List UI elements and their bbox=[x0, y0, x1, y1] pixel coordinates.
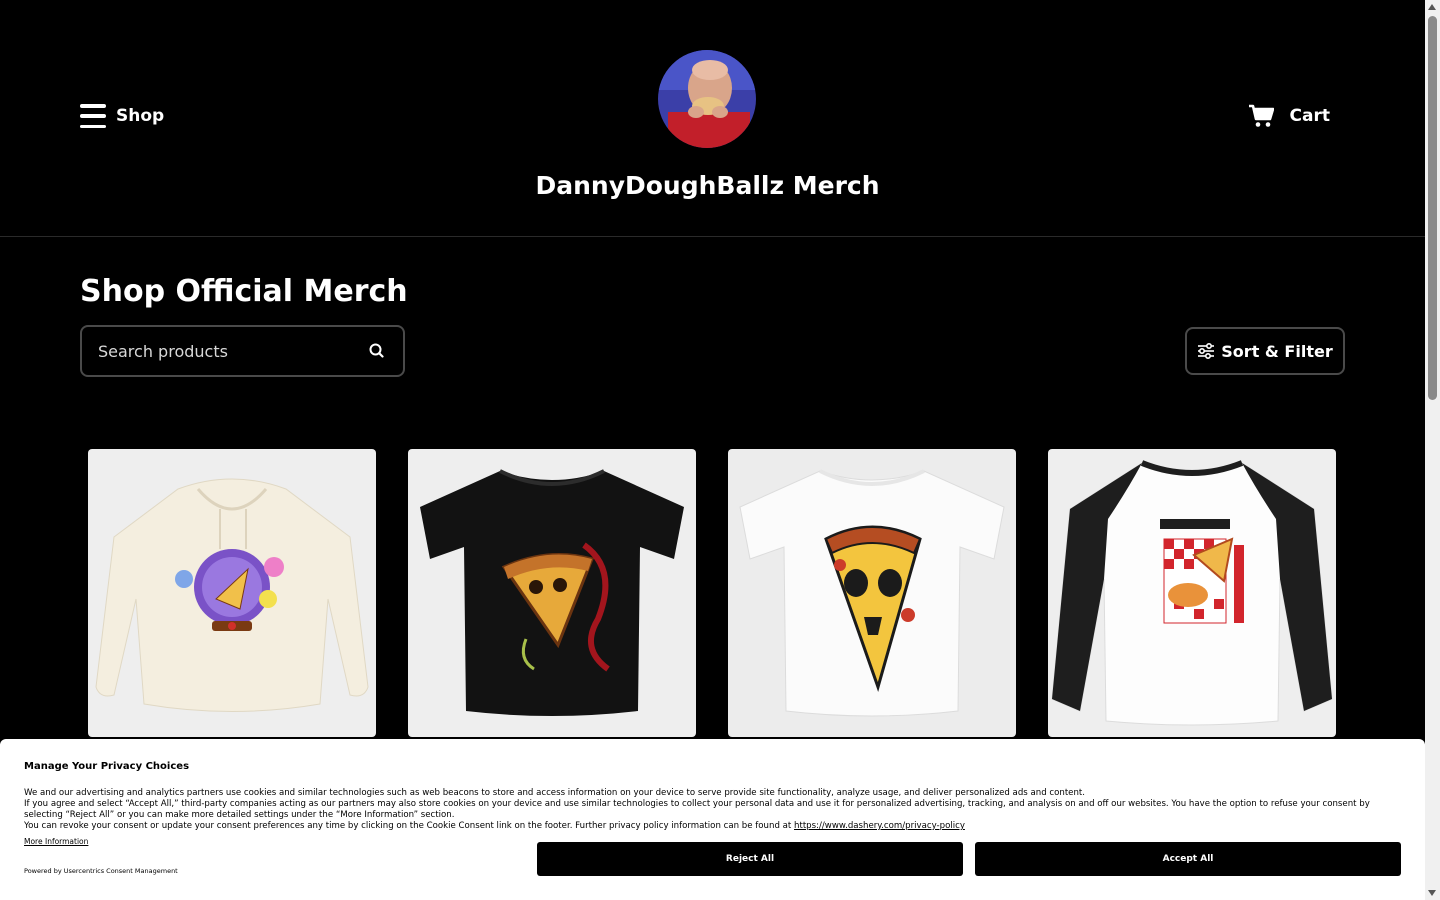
site-header: Shop Cart DannyDoughBallz Merch bbox=[0, 0, 1425, 237]
powered-by-text: Powered by Usercentrics Consent Manageme… bbox=[24, 867, 178, 875]
store-title: DannyDoughBallz Merch bbox=[535, 171, 880, 200]
product-card-raglan-tee[interactable] bbox=[1048, 449, 1336, 737]
accept-all-button[interactable]: Accept All bbox=[975, 842, 1401, 876]
search-box bbox=[80, 325, 405, 377]
shop-menu-button[interactable]: Shop bbox=[80, 104, 164, 128]
product-grid bbox=[88, 449, 1336, 737]
consent-text-1: We and our advertising and analytics par… bbox=[24, 788, 1086, 798]
consent-text-3-body: You can revoke your consent or update yo… bbox=[24, 821, 792, 831]
black-tee-image bbox=[420, 469, 684, 716]
shop-label: Shop bbox=[116, 106, 165, 126]
scroll-down-arrow-icon[interactable] bbox=[1428, 890, 1436, 896]
privacy-consent-banner: Manage Your Privacy Choices We and our a… bbox=[0, 739, 1425, 900]
reject-all-button[interactable]: Reject All bbox=[537, 842, 963, 876]
sort-filter-button[interactable]: Sort & Filter bbox=[1185, 327, 1345, 375]
product-card-hoodie[interactable] bbox=[88, 449, 376, 737]
cart-icon bbox=[1248, 104, 1274, 127]
cart-label: Cart bbox=[1289, 106, 1330, 126]
consent-text-2: If you agree and select “Accept All,” th… bbox=[24, 799, 1370, 820]
product-card-white-tee[interactable] bbox=[728, 449, 1016, 737]
search-icon[interactable] bbox=[367, 341, 387, 361]
product-card-black-tee[interactable] bbox=[408, 449, 696, 737]
search-input[interactable] bbox=[98, 341, 367, 361]
hoodie-image bbox=[95, 478, 369, 712]
sort-filter-label: Sort & Filter bbox=[1221, 341, 1333, 361]
avatar[interactable] bbox=[658, 50, 756, 148]
hamburger-icon bbox=[80, 104, 106, 128]
scrollbar-thumb[interactable] bbox=[1428, 16, 1437, 400]
privacy-policy-link[interactable]: https://www.dashery.com/privacy-policy bbox=[794, 821, 965, 831]
consent-title: Manage Your Privacy Choices bbox=[24, 761, 190, 772]
scroll-up-arrow-icon[interactable] bbox=[1428, 4, 1436, 10]
cart-button[interactable]: Cart bbox=[1248, 104, 1330, 128]
sliders-icon bbox=[1198, 342, 1215, 360]
white-tee-image bbox=[739, 469, 1005, 717]
scrollbar[interactable] bbox=[1425, 0, 1440, 900]
page-title: Shop Official Merch bbox=[80, 274, 408, 309]
raglan-tee-image bbox=[1051, 460, 1333, 726]
consent-text-3: You can revoke your consent or update yo… bbox=[24, 821, 1401, 832]
